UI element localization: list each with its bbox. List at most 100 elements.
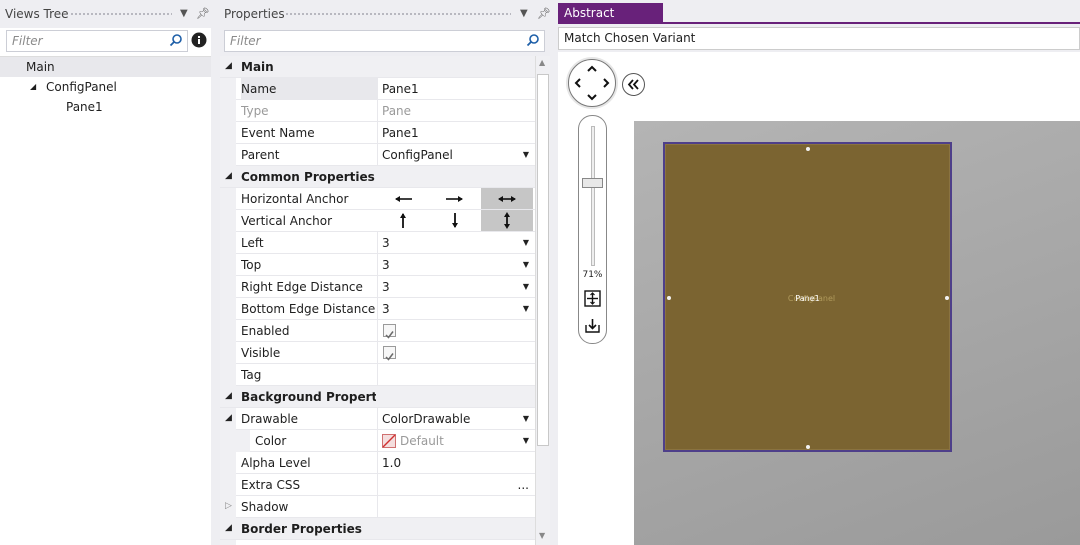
scrollbar-thumb[interactable]	[537, 74, 549, 446]
expand-arrow-icon[interactable]: ◢	[30, 77, 36, 97]
expand-arrow-icon[interactable]: ▷	[225, 501, 232, 511]
row-gutter	[220, 188, 236, 210]
prop-row-name[interactable]: Name Pane1	[220, 78, 535, 100]
dropdown-arrow-icon[interactable]: ▼	[523, 430, 529, 452]
drag-grip[interactable]	[285, 12, 511, 17]
anchor-top-button[interactable]	[377, 210, 429, 231]
category-background[interactable]: ◢ Background Properties	[220, 386, 535, 408]
event-name-field[interactable]: Pane1	[377, 122, 535, 144]
prop-row-visible[interactable]: Visible	[220, 342, 535, 364]
color-dropdown[interactable]: Default ▼	[377, 430, 535, 452]
scroll-up-icon[interactable]: ▲	[539, 58, 545, 67]
category-border[interactable]: ◢ Border Properties	[220, 518, 535, 540]
collapse-arrow-icon[interactable]: ◢	[225, 413, 232, 423]
pan-navigation-pad[interactable]	[568, 59, 616, 107]
variant-selector[interactable]: Match Chosen Variant	[558, 27, 1080, 50]
pin-icon[interactable]: 📌︎	[196, 0, 210, 28]
category-common[interactable]: ◢ Common Properties	[220, 166, 535, 188]
resize-handle-top[interactable]	[806, 147, 810, 151]
views-tree-search-placeholder: Filter	[12, 34, 43, 48]
properties-scrollbar[interactable]: ▲ ▼	[535, 56, 550, 545]
visible-checkbox[interactable]	[383, 346, 396, 361]
enabled-checkbox[interactable]	[383, 324, 396, 339]
prop-row-event-name[interactable]: Event Name Pane1	[220, 122, 535, 144]
dropdown-arrow-icon[interactable]: ▼	[523, 298, 529, 320]
splitter-right[interactable]	[551, 0, 558, 545]
prop-label: Horizontal Anchor	[241, 192, 349, 206]
prop-row-right-edge[interactable]: Right Edge Distance 3 ▼	[220, 276, 535, 298]
resize-handle-left[interactable]	[667, 296, 671, 300]
fit-to-screen-icon[interactable]	[584, 290, 601, 307]
resize-handle-right[interactable]	[945, 296, 949, 300]
top-dropdown[interactable]: 3 ▼	[377, 254, 535, 276]
tab-abstract-designer[interactable]: Abstract Designer	[558, 3, 663, 40]
right-edge-dropdown[interactable]: 3 ▼	[377, 276, 535, 298]
prop-label: Type	[241, 104, 269, 118]
prop-row-color[interactable]: Color Default ▼	[220, 430, 535, 452]
anchor-bottom-button[interactable]	[429, 210, 481, 231]
prop-row-drawable[interactable]: ◢ Drawable ColorDrawable ▼	[220, 408, 535, 430]
views-tree-search-input[interactable]: Filter	[6, 30, 188, 52]
tree-item-pane1[interactable]: Pane1	[66, 97, 103, 117]
zoom-slider-knob[interactable]	[582, 178, 603, 188]
prop-row-tag[interactable]: Tag	[220, 364, 535, 386]
prop-row-extra-css[interactable]: Extra CSS ...	[220, 474, 535, 496]
prop-row-left[interactable]: Left 3 ▼	[220, 232, 535, 254]
arrow-up-icon	[400, 213, 406, 228]
anchor-both-vertical-button[interactable]	[481, 210, 533, 231]
dropdown-arrow-icon[interactable]: ▼	[523, 276, 529, 298]
drawable-dropdown[interactable]: ColorDrawable ▼	[377, 408, 535, 430]
search-icon[interactable]	[169, 33, 183, 47]
scroll-down-icon[interactable]: ▼	[539, 531, 545, 540]
info-icon[interactable]	[191, 32, 207, 48]
pin-icon[interactable]: 📌︎	[537, 0, 551, 28]
collapse-arrow-icon[interactable]: ◢	[225, 171, 232, 181]
row-gutter	[220, 320, 236, 342]
arrow-right-icon	[446, 196, 463, 202]
zoom-slider-track[interactable]	[591, 126, 595, 266]
left-value: 3	[382, 236, 390, 250]
dropdown-arrow-icon[interactable]: ▼	[523, 254, 529, 276]
tab-underline	[558, 22, 1080, 24]
anchor-both-horizontal-button[interactable]	[481, 188, 533, 209]
splitter-left[interactable]	[211, 0, 219, 545]
bottom-edge-dropdown[interactable]: 3 ▼	[377, 298, 535, 320]
dropdown-arrow-icon[interactable]: ▼	[523, 408, 529, 430]
pane1-view[interactable]: ConfigPanel Pane1	[663, 142, 952, 452]
tree-item-main[interactable]: Main	[0, 57, 211, 77]
prop-row-horizontal-anchor[interactable]: Horizontal Anchor	[220, 188, 535, 210]
alpha-level-field[interactable]: 1.0	[377, 452, 535, 474]
tag-field[interactable]	[377, 364, 535, 386]
tree-item-configpanel[interactable]: ◢ ConfigPanel	[0, 77, 117, 97]
parent-dropdown[interactable]: ConfigPanel ▼	[377, 144, 535, 166]
extra-css-ellipsis-button[interactable]: ...	[518, 474, 529, 496]
drag-grip[interactable]	[70, 12, 172, 17]
dropdown-arrow-icon[interactable]: ▼	[523, 232, 529, 254]
category-label: Main	[241, 60, 274, 74]
prop-row-bottom-edge[interactable]: Bottom Edge Distance 3 ▼	[220, 298, 535, 320]
prop-row-parent[interactable]: Parent ConfigPanel ▼	[220, 144, 535, 166]
collapse-arrow-icon[interactable]: ◢	[225, 523, 232, 533]
property-grid: ◢ Main Name Pane1 Type Pane Event Name P…	[220, 56, 535, 545]
collapse-arrow-icon[interactable]: ◢	[225, 391, 232, 401]
prop-row-shadow[interactable]: ▷ Shadow	[220, 496, 535, 518]
properties-search-input[interactable]: Filter	[224, 30, 545, 52]
search-icon[interactable]	[526, 33, 540, 47]
name-field[interactable]: Pane1	[377, 78, 535, 100]
left-dropdown[interactable]: 3 ▼	[377, 232, 535, 254]
prop-row-vertical-anchor[interactable]: Vertical Anchor	[220, 210, 535, 232]
panel-menu-icon[interactable]: ▼	[180, 0, 188, 28]
prop-row-enabled[interactable]: Enabled	[220, 320, 535, 342]
dropdown-arrow-icon[interactable]: ▼	[523, 144, 529, 166]
collapse-toolbar-button[interactable]	[622, 73, 645, 96]
export-image-icon[interactable]	[584, 318, 601, 334]
anchor-right-button[interactable]	[429, 188, 481, 209]
category-main[interactable]: ◢ Main	[220, 56, 535, 78]
anchor-left-button[interactable]	[377, 188, 429, 209]
resize-handle-bottom[interactable]	[806, 445, 810, 449]
panel-menu-icon[interactable]: ▼	[520, 0, 528, 28]
collapse-arrow-icon[interactable]: ◢	[225, 61, 232, 71]
row-gutter	[220, 144, 236, 166]
prop-row-alpha-level[interactable]: Alpha Level 1.0	[220, 452, 535, 474]
prop-row-top[interactable]: Top 3 ▼	[220, 254, 535, 276]
